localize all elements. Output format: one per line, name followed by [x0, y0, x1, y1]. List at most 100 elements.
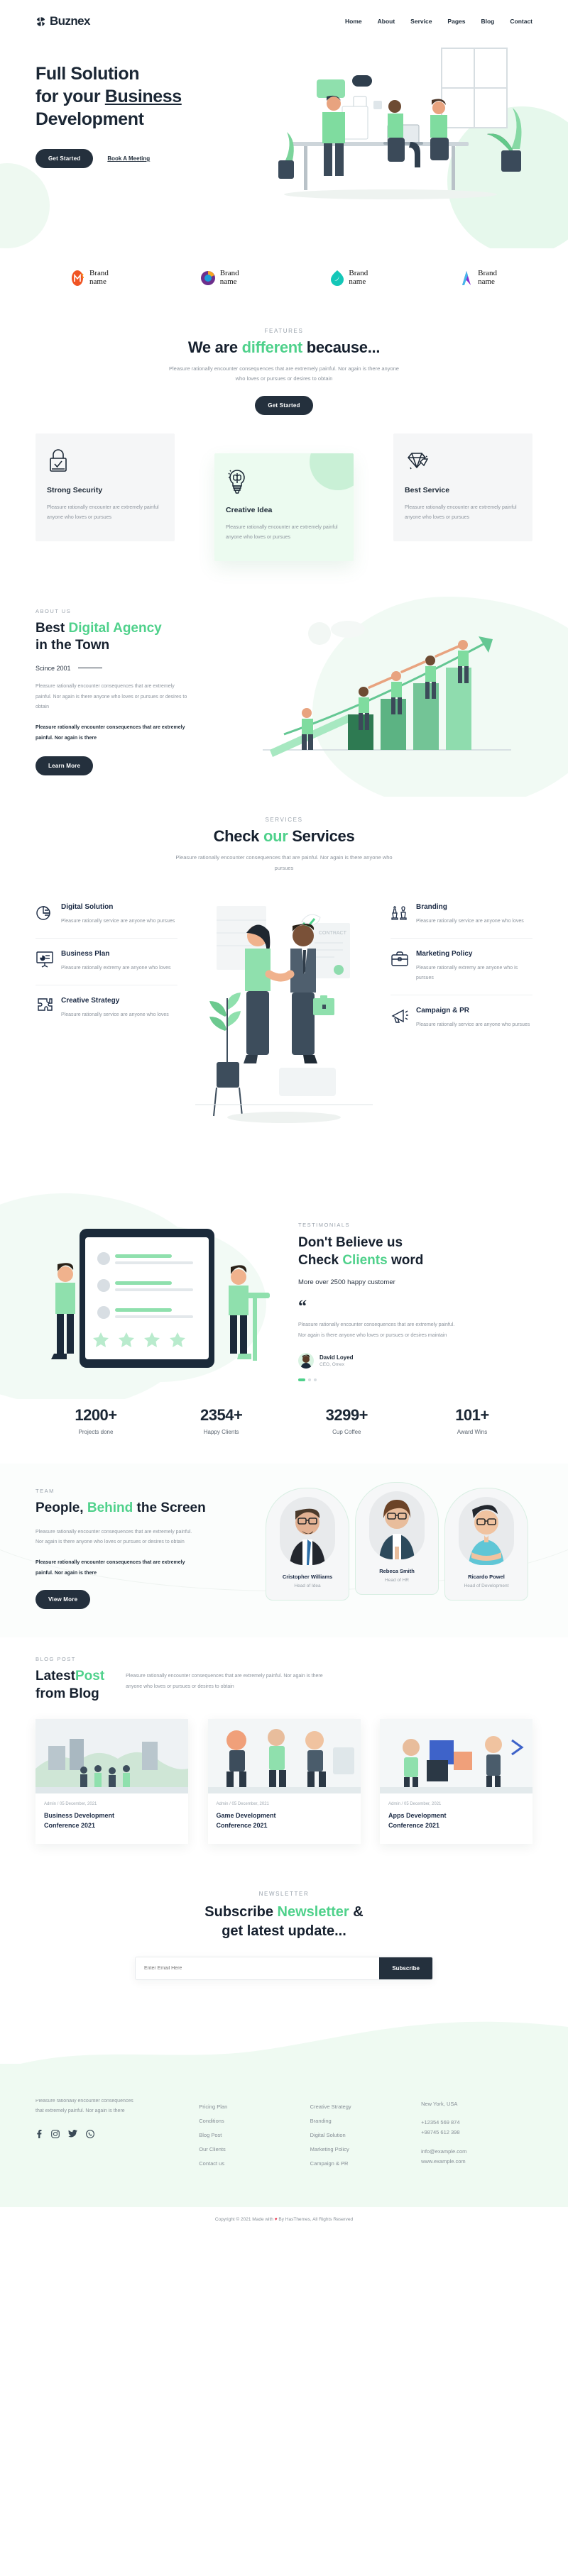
about-title: Best Digital Agency in the Town [36, 620, 241, 655]
team-cta-wrap: View More [36, 1590, 248, 1610]
testimonials-eyebrow: TESTIMONIALS [298, 1221, 351, 1228]
service-item-branding[interactable]: Branding Pleasure rationally service are… [390, 892, 532, 939]
blog-post-card[interactable]: Admin / 05 December, 2021 Game Developme… [207, 1718, 361, 1844]
features-title: We are different because... [36, 338, 532, 357]
about-learn-more-button[interactable]: Learn More [36, 756, 94, 776]
facebook-icon[interactable] [36, 2129, 43, 2138]
carousel-dot[interactable] [314, 1378, 317, 1381]
avatar [298, 1352, 314, 1369]
carousel-dot[interactable] [308, 1378, 311, 1381]
footer-phone-1[interactable]: +12354 569 874 [421, 2118, 532, 2128]
features-subtitle: Pleasure rationally encounter consequenc… [169, 365, 399, 382]
service-item-body: Creative Strategy Pleasure rationally se… [61, 997, 169, 1020]
footer-link-conditions[interactable]: Conditions [199, 2118, 297, 2124]
hero-section: Buznex Home About Service Pages Blog Con… [0, 0, 568, 248]
footer-service-branding[interactable]: Branding [310, 2118, 408, 2124]
instagram-icon[interactable] [51, 2130, 60, 2138]
footer-service-creative-strategy[interactable]: Creative Strategy [310, 2104, 408, 2110]
feature-card-security[interactable]: Strong Security Pleasure rationally enco… [36, 433, 175, 541]
footer-phone-2[interactable]: +98745 612 398 [421, 2128, 532, 2138]
blog-post-body: Admin / 05 December, 2021 Business Devel… [36, 1793, 188, 1844]
blog-post-title-line1: Business Development [44, 1811, 115, 1819]
footer-email[interactable]: info@example.com [421, 2147, 532, 2157]
feature-card-creative-idea[interactable]: Creative Idea Pleasure rationally encoun… [214, 453, 354, 561]
brand-logo-4-icon [462, 271, 471, 285]
nav-item-service[interactable]: Service [410, 18, 432, 25]
landing-page: Buznex Home About Service Pages Blog Con… [0, 0, 568, 2233]
about-title-accent: Digital Agency [68, 620, 162, 636]
blog-section: BLOG POST LatestPost from Blog Pleasure … [0, 1637, 568, 1872]
features-get-started-button[interactable]: Get Started [255, 395, 313, 415]
puzzle-icon [36, 997, 54, 1020]
features-eyebrow: FEATURES [264, 328, 304, 334]
features-cta-wrap: Get Started [36, 395, 532, 415]
newsletter-email-input[interactable] [136, 1957, 380, 1979]
hero-get-started-button[interactable]: Get Started [36, 149, 94, 168]
blog-post-title: Apps Development Conference 2021 [388, 1811, 524, 1831]
svg-text:CONTRACT: CONTRACT [319, 931, 347, 936]
services-wrap: SERVICES Check our Services Pleasure rat… [36, 817, 532, 1179]
services-section: SERVICES Check our Services Pleasure rat… [0, 797, 568, 1193]
nav-item-blog[interactable]: Blog [481, 18, 494, 25]
site-logo[interactable]: Buznex [36, 14, 90, 28]
nav-item-about[interactable]: About [378, 18, 395, 25]
service-item-body: Digital Solution Pleasure rationally ser… [61, 903, 175, 927]
features-section: FEATURES We are different because... Ple… [0, 311, 568, 590]
footer-service-marketing-policy[interactable]: Marketing Policy [310, 2146, 408, 2152]
team-copy: TEAM People, Behind the Screen Pleasure … [36, 1488, 248, 1610]
service-item-text: Pleasure rationally service are anyone w… [61, 1012, 169, 1017]
services-title: Check our Services [36, 827, 532, 846]
newsletter-title-line2: get latest update... [222, 1923, 346, 1939]
testimonial-author-role: CEO, Omex [320, 1361, 345, 1367]
nav-item-pages[interactable]: Pages [447, 18, 465, 25]
blog-post-title-line1: Game Development [216, 1811, 276, 1819]
footer-website[interactable]: www.example.com [421, 2157, 532, 2167]
footer-service-digital-solution[interactable]: Digital Solution [310, 2132, 408, 2138]
blog-post-body: Admin / 05 December, 2021 Game Developme… [208, 1793, 361, 1844]
blog-post-meta: Admin / 05 December, 2021 [216, 1801, 269, 1806]
service-item-business-plan[interactable]: Business Plan Pleasure rationally extrem… [36, 939, 178, 985]
newsletter-title-c: & [349, 1903, 364, 1920]
feature-card-best-service[interactable]: Best Service Pleasure rationally encount… [393, 433, 532, 541]
service-item-marketing-policy[interactable]: Marketing Policy Pleasure rationally ext… [390, 939, 532, 995]
team-view-more-button[interactable]: View More [36, 1590, 91, 1610]
nav-item-home[interactable]: Home [345, 18, 362, 25]
testimonial-author: David Loyed CEO, Omex [298, 1352, 525, 1369]
whatsapp-icon[interactable] [86, 2129, 94, 2138]
footer-link-blog-post[interactable]: Blog Post [199, 2132, 297, 2138]
blog-post-meta: Admin / 05 December, 2021 [388, 1801, 442, 1806]
copyright-text: Copyright © 2021 Made with ♥ By HasTheme… [0, 2217, 568, 2222]
blog-post-card[interactable]: Admin / 05 December, 2021 Business Devel… [36, 1718, 188, 1844]
carousel-dot-active[interactable] [298, 1378, 305, 1381]
newsletter-wrap: NEWSLETTER Subscribe Newsletter & get la… [36, 1891, 532, 1980]
newsletter-subscribe-button[interactable]: Subscribe [379, 1957, 432, 1979]
nav-item-contact[interactable]: Contact [510, 18, 532, 25]
footer-social-links [36, 2129, 186, 2138]
stat-projects-done: 1200+ Projects done [43, 1406, 149, 1435]
newsletter-title-a: Subscribe [204, 1903, 278, 1920]
footer-link-our-clients[interactable]: Our Clients [199, 2146, 297, 2152]
twitter-icon[interactable] [68, 2130, 77, 2138]
service-item-text: Pleasure rationally service are anyone w… [416, 1022, 530, 1027]
feature-card-text: Pleasure rationally encounter are extrem… [405, 504, 517, 520]
team-member-name: Cristopher Williams [282, 1573, 333, 1580]
blog-post-meta: Admin / 05 December, 2021 [44, 1801, 97, 1806]
hero-book-meeting-link[interactable]: Book A Meeting [107, 155, 150, 162]
stats-row: 1200+ Projects done 2354+ Happy Clients … [43, 1406, 525, 1435]
team-member-role: Head of Idea [294, 1583, 321, 1588]
footer-service-campaign-pr[interactable]: Campaign & PR [310, 2160, 408, 2167]
service-item-digital-solution[interactable]: Digital Solution Pleasure rationally ser… [36, 892, 178, 939]
team-member-card[interactable]: Cristopher Williams Head of Idea [266, 1487, 349, 1601]
team-member-card[interactable]: Rebeca Smith Head of HR [355, 1481, 439, 1595]
service-item-title: Business Plan [61, 949, 110, 958]
blog-post-card[interactable]: Admin / 05 December, 2021 Apps Developme… [380, 1718, 532, 1844]
blog-grid: Admin / 05 December, 2021 Business Devel… [36, 1718, 532, 1844]
footer-link-pricing-plan[interactable]: Pricing Plan [199, 2104, 297, 2110]
service-item-creative-strategy[interactable]: Creative Strategy Pleasure rationally se… [36, 985, 178, 1032]
footer-link-contact-us[interactable]: Contact us [199, 2160, 297, 2167]
team-member-card[interactable]: Ricardo Powel Head of Development [444, 1487, 528, 1601]
service-item-campaign-pr[interactable]: Campaign & PR Pleasure rationally servic… [390, 995, 532, 1041]
testimonials-title-line2-c: word [387, 1253, 424, 1268]
hero-heading-line2-prefix: for your [36, 87, 105, 106]
testimonial-carousel-dots[interactable] [298, 1378, 525, 1381]
